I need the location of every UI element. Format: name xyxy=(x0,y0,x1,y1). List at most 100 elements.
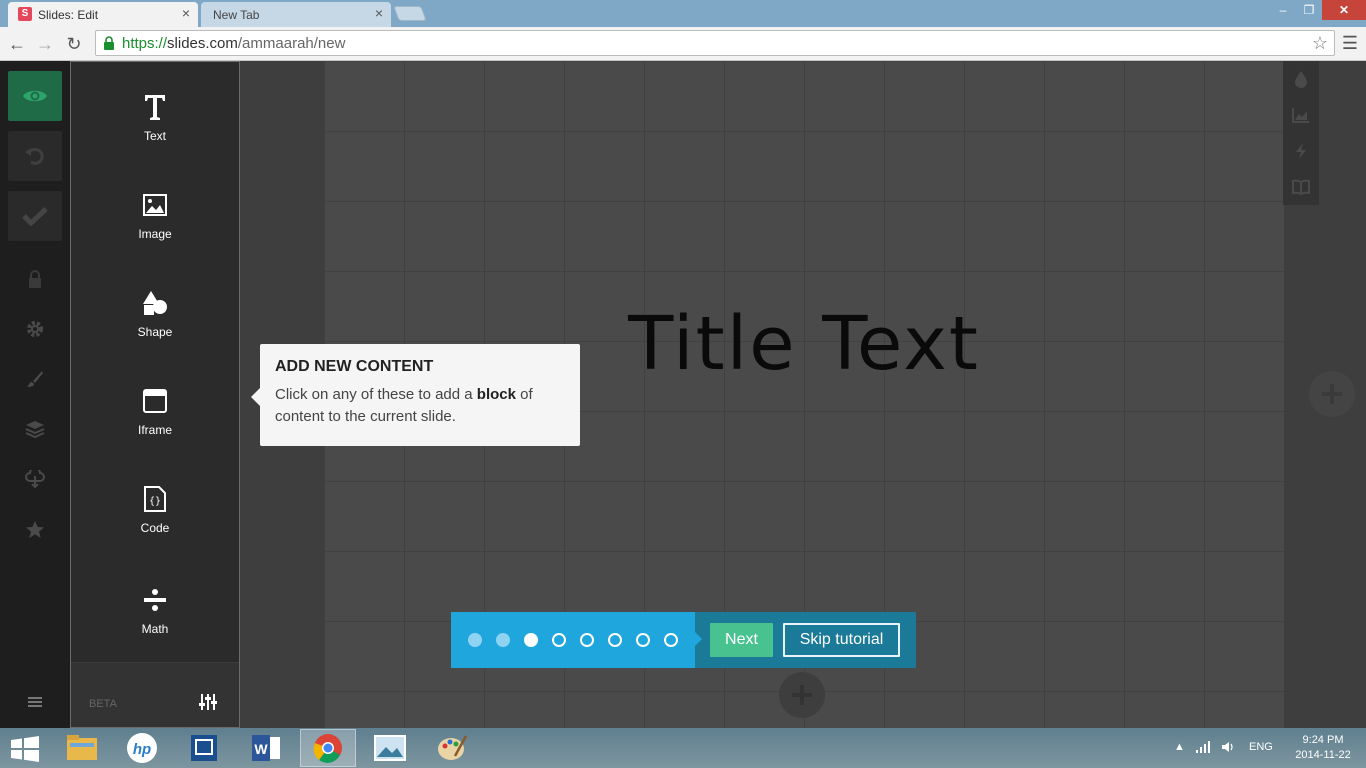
add-slide-below-button[interactable] xyxy=(779,672,825,718)
tab-label: New Tab xyxy=(213,8,260,22)
main-menu-button[interactable] xyxy=(22,689,48,715)
background-image-button[interactable] xyxy=(1291,105,1311,125)
tab-new-tab[interactable]: New Tab × xyxy=(201,2,391,27)
background-color-button[interactable] xyxy=(1291,69,1311,89)
tab-close-icon[interactable]: × xyxy=(182,5,190,21)
reload-icon[interactable]: ↻ xyxy=(63,33,85,55)
photo-viewer-icon xyxy=(374,735,406,761)
folder-icon xyxy=(67,735,97,760)
forward-arrow-icon[interactable]: → xyxy=(34,33,56,55)
back-arrow-icon[interactable]: ← xyxy=(6,33,28,55)
add-image-button[interactable]: Image xyxy=(71,188,239,268)
windows-start-icon[interactable] xyxy=(10,736,40,762)
sliders-icon[interactable] xyxy=(199,693,217,711)
skip-tutorial-button[interactable]: Skip tutorial xyxy=(783,623,900,657)
lock-icon xyxy=(29,270,41,288)
slides-favicon-icon: S xyxy=(18,7,32,21)
add-shape-button[interactable]: Shape xyxy=(71,286,239,366)
tutorial-step-dot[interactable] xyxy=(468,633,482,647)
address-bar[interactable]: https://slides.com/ammaarah/new ☆ xyxy=(95,30,1335,56)
taskbar-photos[interactable] xyxy=(362,729,418,767)
tutorial-step-dot[interactable] xyxy=(524,633,538,647)
window-minimize-button[interactable]: ‒ xyxy=(1270,0,1296,20)
popover-body: Click on any of these to add a block of … xyxy=(275,384,565,428)
url-path: /ammaarah/new xyxy=(237,35,346,52)
svg-text:W: W xyxy=(254,741,268,757)
taskbar-word[interactable]: W xyxy=(238,729,294,767)
style-button[interactable] xyxy=(22,366,48,392)
bookmark-star-icon[interactable]: ☆ xyxy=(1312,33,1328,54)
import-button[interactable] xyxy=(22,466,48,492)
menu-icon xyxy=(28,697,42,707)
tutorial-step-dot[interactable] xyxy=(636,633,650,647)
new-tab-button[interactable] xyxy=(393,6,427,21)
droplet-icon xyxy=(1295,71,1307,88)
taskbar-hp[interactable]: hp xyxy=(114,729,170,767)
code-icon: {} xyxy=(144,486,166,512)
popover-title: ADD NEW CONTENT xyxy=(275,358,434,375)
lock-icon xyxy=(104,36,114,50)
text-icon xyxy=(145,95,165,120)
speaker-notes-button[interactable] xyxy=(1291,177,1311,197)
tutorial-popover: ADD NEW CONTENT Click on any of these to… xyxy=(251,344,580,446)
windows-taskbar: hp W ▲ ENG 9:24 PM 2014-11-22 xyxy=(0,728,1366,768)
volume-icon[interactable] xyxy=(1221,741,1235,753)
tutorial-next-button[interactable]: Next xyxy=(710,623,773,657)
taskbar-app-blue[interactable] xyxy=(176,729,232,767)
paint-palette-icon xyxy=(438,735,467,760)
popover-body-bold: block xyxy=(476,386,516,403)
url-host: slides.com xyxy=(167,35,238,52)
plus-icon xyxy=(1322,384,1342,404)
show-hidden-icons-icon[interactable]: ▲ xyxy=(1174,741,1185,753)
undo-icon xyxy=(25,147,44,165)
browser-menu-icon[interactable]: ☰ xyxy=(1340,33,1360,55)
add-text-button[interactable]: Text xyxy=(71,90,239,170)
tab-close-icon[interactable]: × xyxy=(375,5,383,21)
taskbar-paint[interactable] xyxy=(424,729,480,767)
brush-icon xyxy=(27,371,43,387)
arrange-button[interactable] xyxy=(22,416,48,442)
editor-left-rail xyxy=(0,61,70,728)
system-clock[interactable]: 9:24 PM 2014-11-22 xyxy=(1284,733,1362,763)
add-iframe-button[interactable]: Iframe xyxy=(71,384,239,464)
clock-date: 2014-11-22 xyxy=(1295,749,1351,761)
tutorial-step-dot[interactable] xyxy=(664,633,678,647)
window-maximize-button[interactable]: ❐ xyxy=(1296,0,1322,20)
tutorial-step-dot[interactable] xyxy=(608,633,622,647)
chrome-icon xyxy=(313,734,342,763)
gear-icon xyxy=(27,321,43,337)
language-indicator[interactable]: ENG xyxy=(1249,741,1273,753)
layers-icon xyxy=(25,421,45,438)
panel-footer: BETA xyxy=(71,662,239,727)
add-math-button[interactable]: Math xyxy=(71,583,239,663)
eye-icon xyxy=(23,90,47,102)
lock-settings-button[interactable] xyxy=(22,266,48,292)
taskbar-file-explorer[interactable] xyxy=(54,729,110,767)
window-close-button[interactable]: ✕ xyxy=(1322,0,1366,20)
tutorial-step-dot[interactable] xyxy=(580,633,594,647)
settings-button[interactable] xyxy=(22,316,48,342)
svg-text:{}: {} xyxy=(149,496,161,507)
panel-item-label: Text xyxy=(143,129,166,143)
shape-icon xyxy=(143,291,167,315)
fragment-button[interactable] xyxy=(1291,141,1311,161)
chart-area-icon xyxy=(1292,108,1309,123)
word-icon: W xyxy=(252,735,280,761)
add-code-button[interactable]: {} Code xyxy=(71,482,239,562)
tab-slides-edit[interactable]: S Slides: Edit × xyxy=(8,2,198,27)
app-window-icon xyxy=(191,735,217,761)
featured-button[interactable] xyxy=(22,516,48,542)
undo-button[interactable] xyxy=(8,131,62,181)
taskbar-chrome[interactable] xyxy=(300,729,356,767)
book-icon xyxy=(1292,179,1310,195)
network-icon[interactable] xyxy=(1195,741,1211,753)
tutorial-step-dot[interactable] xyxy=(496,633,510,647)
image-icon xyxy=(143,194,167,216)
add-content-panel: Text Image Shape Iframe {} Code Math BET… xyxy=(70,61,240,728)
tutorial-step-dot[interactable] xyxy=(552,633,566,647)
add-slide-right-button[interactable] xyxy=(1309,371,1355,417)
panel-item-label: Code xyxy=(140,521,170,535)
preview-button[interactable] xyxy=(8,71,62,121)
plus-icon xyxy=(792,685,812,705)
save-button[interactable] xyxy=(8,191,62,241)
